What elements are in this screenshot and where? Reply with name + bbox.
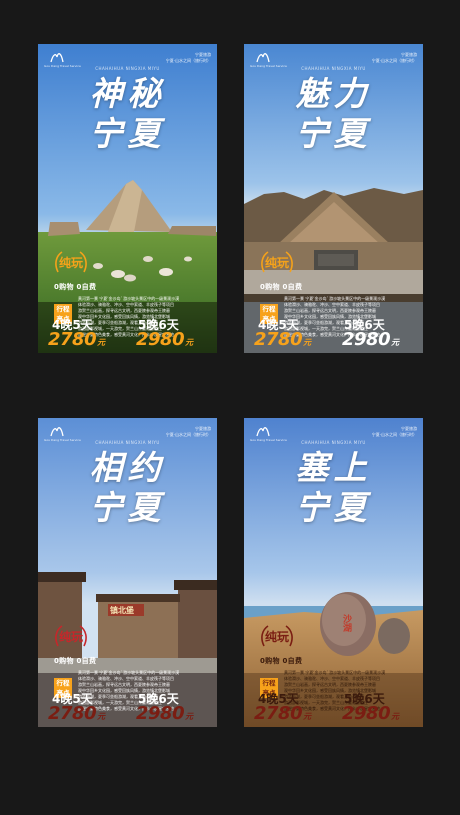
price-currency: 元: [97, 338, 105, 347]
brand-text: 宁夏旅游 宁夏·山水之间（旅行时）: [166, 426, 211, 438]
poster-charming-ningxia[interactable]: Gou Dang Travel Service 宁夏旅游 宁夏·山水之间（旅行时…: [244, 44, 423, 353]
poster-title: 相约 宁夏: [38, 448, 217, 528]
badge-label: 纯玩: [264, 256, 289, 270]
poster-title: 神秘 宁夏: [38, 74, 217, 154]
price-4n5d: 2780元: [48, 330, 105, 353]
no-shopping-note: 0购物 0自费: [54, 283, 97, 291]
english-subtitle: CHAHAIHUA NINGXIA MIYU: [95, 66, 160, 71]
price-value: 2980: [342, 703, 391, 724]
price-value: 2980: [136, 703, 185, 724]
badge-label: 纯玩: [58, 630, 83, 644]
price-4n5d: 2780元: [48, 704, 105, 727]
price-currency: 元: [97, 712, 105, 721]
poster-title: 魅力 宁夏: [244, 74, 423, 154]
price-5n6d: 2980元: [136, 330, 193, 353]
brand-line: 宁夏·山水之间（旅行时）: [165, 432, 211, 437]
camel-logo-icon: [50, 53, 64, 63]
poster-frontier-ningxia[interactable]: 沙湖 Gou Dang Travel Service 宁夏旅游 宁夏·山水之间（…: [244, 418, 423, 727]
brand-logo: Gou Dang Travel Service: [250, 424, 287, 450]
title-line-2: 宁夏: [295, 488, 372, 527]
highlight-line: 行程: [262, 679, 276, 687]
poster-mysterious-ningxia[interactable]: Gou Dang Travel Service 宁夏旅游 宁夏·山水之间（旅行时…: [38, 44, 217, 353]
price-value: 2780: [254, 703, 303, 724]
poster-title: 塞上 宁夏: [244, 448, 423, 528]
title-line-2: 宁夏: [295, 114, 372, 153]
price-5n6d: 2980元: [136, 704, 193, 727]
brand-logo: Gou Dang Travel Service: [44, 424, 81, 450]
badge-label: 纯玩: [58, 256, 83, 270]
pure-tour-badge: 纯玩: [55, 625, 87, 648]
rock-inscription: 沙湖: [341, 614, 351, 632]
pure-tour-badge: 纯玩: [55, 251, 87, 274]
brand-text: 宁夏旅游 宁夏·山水之间（旅行时）: [166, 52, 211, 64]
brand-text: 宁夏旅游 宁夏·山水之间（旅行时）: [372, 52, 417, 64]
brand-logo: Gou Dang Travel Service: [250, 50, 287, 76]
brand-line: 宁夏·山水之间（旅行时）: [371, 432, 417, 437]
camel-logo-icon: [50, 427, 64, 437]
english-subtitle: CHAHAIHUA NINGXIA MIYU: [301, 440, 366, 445]
highlight-line: 行程: [56, 679, 70, 687]
brand-text: 宁夏旅游 宁夏·山水之间（旅行时）: [372, 426, 417, 438]
pure-tour-badge: 纯玩: [261, 625, 293, 648]
price-currency: 元: [303, 712, 311, 721]
english-subtitle: CHAHAIHUA NINGXIA MIYU: [95, 440, 160, 445]
camel-logo-icon: [256, 427, 270, 437]
title-line-1: 神秘: [89, 74, 166, 113]
price-value: 2780: [48, 703, 97, 724]
pure-tour-badge: 纯玩: [261, 251, 293, 274]
price-value: 2780: [48, 329, 97, 350]
title-line-1: 相约: [89, 448, 166, 487]
price-currency: 元: [185, 338, 193, 347]
price-4n5d: 2780元: [254, 704, 311, 727]
title-line-1: 魅力: [295, 74, 372, 113]
no-shopping-note: 0购物 0自费: [54, 657, 97, 665]
price-currency: 元: [391, 712, 399, 721]
title-line-1: 塞上: [295, 448, 372, 487]
badge-label: 纯玩: [264, 630, 289, 644]
no-shopping-note: 0购物 0自费: [260, 283, 303, 291]
poster-meet-ningxia[interactable]: 镇北堡 Gou Dang Travel Service 宁夏旅游 宁夏·山水之间…: [38, 418, 217, 727]
highlight-line: 行程: [262, 305, 276, 313]
brand-line: 宁夏·山水之间（旅行时）: [371, 58, 417, 63]
price-value: 2780: [254, 329, 303, 350]
price-value: 2980: [136, 329, 185, 350]
title-line-2: 宁夏: [89, 114, 166, 153]
gate-sign: 镇北堡: [110, 606, 134, 615]
brand-line: 宁夏·山水之间（旅行时）: [165, 58, 211, 63]
camel-logo-icon: [256, 53, 270, 63]
english-subtitle: CHAHAIHUA NINGXIA MIYU: [301, 66, 366, 71]
title-line-2: 宁夏: [89, 488, 166, 527]
price-5n6d: 2980元: [342, 330, 399, 353]
price-4n5d: 2780元: [254, 330, 311, 353]
price-currency: 元: [391, 338, 399, 347]
brand-logo: Gou Dang Travel Service: [44, 50, 81, 76]
price-currency: 元: [185, 712, 193, 721]
price-currency: 元: [303, 338, 311, 347]
price-5n6d: 2980元: [342, 704, 399, 727]
highlight-line: 行程: [56, 305, 70, 313]
price-value: 2980: [342, 329, 391, 350]
no-shopping-note: 0购物 0自费: [260, 657, 303, 665]
